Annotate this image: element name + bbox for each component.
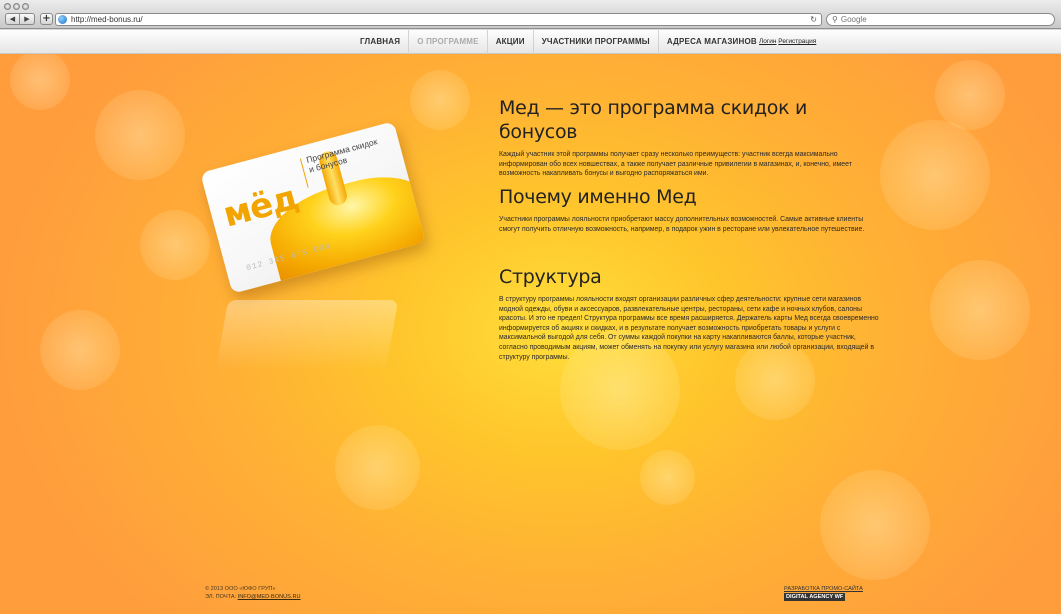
- section-intro: Мед — это программа скидок и бонусов Каж…: [499, 96, 879, 179]
- address-bar[interactable]: http://med-bonus.ru/ ↻: [55, 13, 822, 26]
- search-input[interactable]: [840, 15, 1041, 24]
- section-text: Участники программы лояльности приобрета…: [499, 216, 865, 233]
- section-text: Каждый участник этой программы получает …: [499, 151, 852, 178]
- email-label: ЭЛ. ПОЧТА:: [205, 594, 237, 600]
- copyright-text: © 2013 ООО «ЮФО ГРУП»: [205, 586, 276, 592]
- bokeh-decoration: [10, 50, 70, 110]
- footer-developer: РАЗРАБОТКА ПРОМО-САЙТА DIGITAL AGENCY WF: [784, 585, 863, 601]
- bokeh-decoration: [335, 425, 420, 510]
- section-title: Почему именно Мед: [499, 186, 697, 208]
- reload-icon[interactable]: ↻: [810, 15, 817, 24]
- bokeh-decoration: [640, 450, 695, 505]
- search-box[interactable]: ⚲: [826, 13, 1055, 26]
- browser-toolbar: ◀ ▶ + http://med-bonus.ru/ ↻ ⚲: [0, 0, 1061, 29]
- developer-link[interactable]: РАЗРАБОТКА ПРОМО-САЙТА: [784, 585, 863, 593]
- login-link[interactable]: Логин: [759, 38, 776, 45]
- close-window-button[interactable]: [4, 3, 11, 10]
- menu-item-about[interactable]: О ПРОГРАММЕ: [409, 30, 488, 54]
- site-navigation: ГЛАВНАЯ О ПРОГРАММЕ АКЦИИ УЧАСТНИКИ ПРОГ…: [0, 30, 1061, 54]
- search-icon: ⚲: [832, 15, 838, 24]
- bokeh-decoration: [935, 60, 1005, 130]
- globe-icon: [58, 15, 67, 24]
- bokeh-decoration: [95, 90, 185, 180]
- bokeh-decoration: [410, 70, 470, 130]
- back-button[interactable]: ◀: [5, 13, 20, 25]
- page-viewport: ГЛАВНАЯ О ПРОГРАММЕ АКЦИИ УЧАСТНИКИ ПРОГ…: [0, 30, 1061, 614]
- loyalty-card-image: мёд Программа скидок и бонусов 012 345 6…: [200, 121, 426, 294]
- register-link[interactable]: Регистрация: [778, 38, 816, 45]
- section-text: В структуру программы лояльности входят …: [499, 296, 879, 361]
- menu-item-participants[interactable]: УЧАСТНИКИ ПРОГРАММЫ: [534, 30, 659, 54]
- bokeh-decoration: [880, 120, 990, 230]
- bokeh-decoration: [930, 260, 1030, 360]
- minimize-window-button[interactable]: [13, 3, 20, 10]
- bokeh-decoration: [820, 470, 930, 580]
- auth-links: Логин Регистрация: [759, 30, 816, 54]
- zoom-window-button[interactable]: [22, 3, 29, 10]
- bokeh-decoration: [140, 210, 210, 280]
- menu-item-store-addresses[interactable]: АДРЕСА МАГАЗИНОВ: [659, 30, 765, 54]
- email-link[interactable]: INFO@MED-BONUS.RU: [238, 594, 301, 600]
- bokeh-decoration: [40, 310, 120, 390]
- section-title: Структура: [499, 266, 602, 288]
- agency-badge[interactable]: DIGITAL AGENCY WF: [784, 593, 846, 601]
- section-structure: Структура В структуру программы лояльнос…: [499, 265, 879, 362]
- address-text[interactable]: http://med-bonus.ru/: [71, 15, 810, 24]
- section-title: Мед — это программа скидок и бонусов: [499, 97, 808, 143]
- window-controls: [4, 3, 29, 10]
- main-menu: ГЛАВНАЯ О ПРОГРАММЕ АКЦИИ УЧАСТНИКИ ПРОГ…: [352, 30, 765, 54]
- email-line: ЭЛ. ПОЧТА: INFO@MED-BONUS.RU: [205, 593, 301, 601]
- history-buttons: ◀ ▶: [5, 13, 35, 25]
- menu-item-home[interactable]: ГЛАВНАЯ: [352, 30, 410, 54]
- forward-button[interactable]: ▶: [20, 13, 35, 25]
- menu-item-promotions[interactable]: АКЦИИ: [488, 30, 534, 54]
- section-why: Почему именно Мед Участники программы ло…: [499, 185, 879, 234]
- card-reflection: [215, 300, 399, 370]
- footer-copyright: © 2013 ООО «ЮФО ГРУП» ЭЛ. ПОЧТА: INFO@ME…: [205, 585, 301, 601]
- card-tagline: Программа скидок и бонусов: [305, 136, 379, 175]
- add-bookmark-button[interactable]: +: [40, 13, 53, 25]
